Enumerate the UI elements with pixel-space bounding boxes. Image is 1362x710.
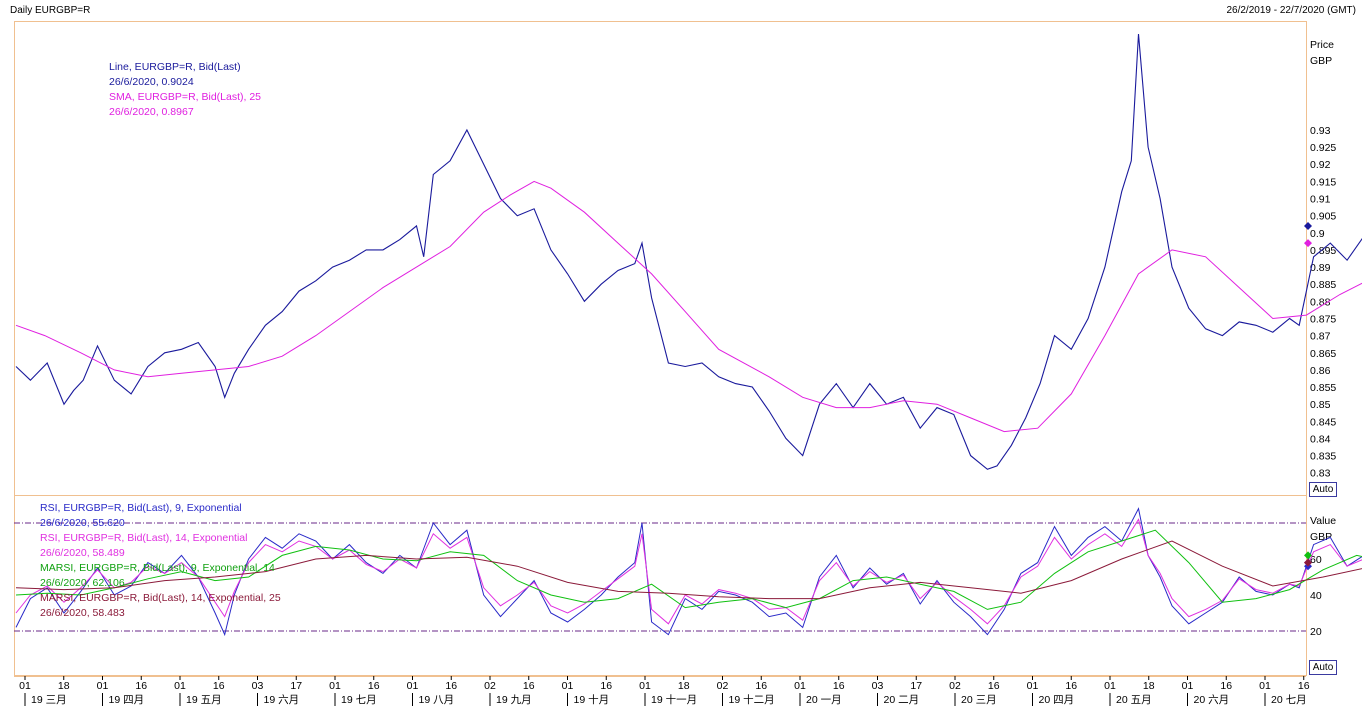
x-day-label: 01 [1182,680,1194,692]
x-month-label: 19 九月 [496,694,532,706]
price-y-tick-label: 0.915 [1310,176,1336,188]
x-day-label: 03 [872,680,884,692]
price-y-tick-label: 0.885 [1310,279,1336,291]
x-month-label: 19 六月 [264,694,300,706]
x-month-label: 19 八月 [419,694,455,706]
x-day-label: 16 [1298,680,1310,692]
x-day-label: 01 [1027,680,1039,692]
x-day-label: 16 [368,680,380,692]
price-y-tick-label: 0.83 [1310,468,1331,480]
x-month-label: 20 六月 [1194,694,1230,706]
x-month-label: 20 五月 [1116,694,1152,706]
x-day-label: 16 [1220,680,1232,692]
price-y-tick-label: 0.84 [1310,433,1331,445]
x-day-label: 01 [794,680,806,692]
x-day-label: 17 [290,680,302,692]
x-day-label: 01 [174,680,186,692]
x-day-label: 02 [717,680,729,692]
x-month-label: 20 二月 [884,694,920,706]
rsi-y-tick-label: 40 [1310,590,1322,602]
x-day-label: 01 [1104,680,1116,692]
x-day-label: 16 [523,680,535,692]
x-month-label: 19 三月 [31,694,67,706]
x-month-label: 20 三月 [961,694,997,706]
rsi-auto-scale-button[interactable]: Auto [1309,660,1337,675]
x-day-label: 18 [58,680,70,692]
x-month-label: 20 一月 [806,694,842,706]
price-y-tick-label: 0.91 [1310,194,1331,206]
x-month-label: 20 七月 [1271,694,1307,706]
x-day-label: 16 [1065,680,1077,692]
price-y-tick-label: 0.86 [1310,365,1331,377]
rsi-y-ticks: 204060 [1310,554,1322,638]
price-series-line-2 [15,180,1362,433]
price-legend-value-2: 26/6/2020, 0.8967 [109,106,194,118]
rsi-y-tick-label: 20 [1310,626,1322,638]
price-y-tick-label: 0.89 [1310,262,1331,274]
price-y-tick-label: 0.92 [1310,159,1331,171]
rsi-legend-value-1: 26/6/2020, 55.620 [40,517,125,529]
x-day-label: 01 [562,680,574,692]
rsi-legend-label-3: MARSI, EURGBP=R, Bid(Last), 9, Exponenti… [40,562,275,574]
price-y-tick-label: 0.835 [1310,451,1336,463]
x-day-label: 16 [755,680,767,692]
price-y-tick-label: 0.865 [1310,348,1336,360]
price-auto-scale-button[interactable]: Auto [1309,482,1337,497]
x-day-label: 02 [949,680,961,692]
rsi-axis-title: Value [1310,515,1336,527]
x-day-label: 16 [135,680,147,692]
price-y-tick-label: 0.905 [1310,211,1336,223]
x-day-label: 02 [484,680,496,692]
chart-canvas[interactable]: Price GBP Value GBP 0.830.8350.840.8450.… [0,0,1362,710]
x-day-label: 17 [910,680,922,692]
rsi-legend-label-4: MARSI, EURGBP=R, Bid(Last), 14, Exponent… [40,592,281,604]
x-month-label: 19 五月 [186,694,222,706]
x-day-label: 16 [600,680,612,692]
rsi-legend: RSI, EURGBP=R, Bid(Last), 9, Exponential… [40,502,281,619]
x-axis-ticks: 01 18 01 16 01 16 03 17 01 16 01 16 02 16 01 16 01 18 02 16… [19,676,1310,706]
x-day-label: 18 [678,680,690,692]
rsi-legend-label-1: RSI, EURGBP=R, Bid(Last), 9, Exponential [40,502,242,514]
x-day-label: 16 [833,680,845,692]
price-y-tick-label: 0.845 [1310,416,1336,428]
x-day-label: 01 [97,680,109,692]
x-month-label: 19 十月 [574,693,610,706]
rsi-legend-value-2: 26/6/2020, 58.489 [40,547,125,559]
x-day-label: 01 [19,680,31,692]
price-legend-value-1: 26/6/2020, 0.9024 [109,76,194,88]
price-y-tick-label: 0.875 [1310,313,1336,325]
x-day-label: 01 [329,680,341,692]
x-month-label: 19 十一月 [651,693,697,706]
x-day-label: 01 [407,680,419,692]
x-day-label: 16 [213,680,225,692]
x-day-label: 18 [1143,680,1155,692]
x-month-label: 19 四月 [109,694,145,706]
price-y-ticks: 0.83 0.835 0.84 0.845 0.85 0.855 0.86 0.865 0.87… [1310,125,1336,480]
price-axis-unit: GBP [1310,55,1332,67]
price-y-tick-label: 0.85 [1310,399,1331,411]
price-y-tick-label: 0.93 [1310,125,1331,137]
x-day-label: 01 [639,680,651,692]
x-day-label: 01 [1259,680,1271,692]
price-y-tick-label: 0.895 [1310,245,1336,257]
price-legend-label-2: SMA, EURGBP=R, Bid(Last), 25 [109,91,261,103]
price-y-tick-label: 0.925 [1310,142,1336,154]
x-month-label: 19 七月 [341,694,377,706]
price-y-tick-label: 0.9 [1310,228,1325,240]
x-day-label: 16 [988,680,1000,692]
x-day-label: 03 [252,680,264,692]
price-legend-label-1: Line, EURGBP=R, Bid(Last) [109,61,241,73]
rsi-legend-label-2: RSI, EURGBP=R, Bid(Last), 14, Exponentia… [40,532,247,544]
x-month-label: 20 四月 [1039,694,1075,706]
price-y-tick-label: 0.87 [1310,331,1331,343]
price-legend: Line, EURGBP=R, Bid(Last) 26/6/2020, 0.9… [109,61,261,118]
price-axis-title: Price [1310,39,1334,51]
x-day-label: 16 [445,680,457,692]
x-month-label: 19 十二月 [729,693,775,706]
rsi-legend-value-4: 26/6/2020, 58.483 [40,607,125,619]
rsi-legend-value-3: 26/6/2020, 62.106 [40,577,125,589]
price-y-tick-label: 0.855 [1310,382,1336,394]
